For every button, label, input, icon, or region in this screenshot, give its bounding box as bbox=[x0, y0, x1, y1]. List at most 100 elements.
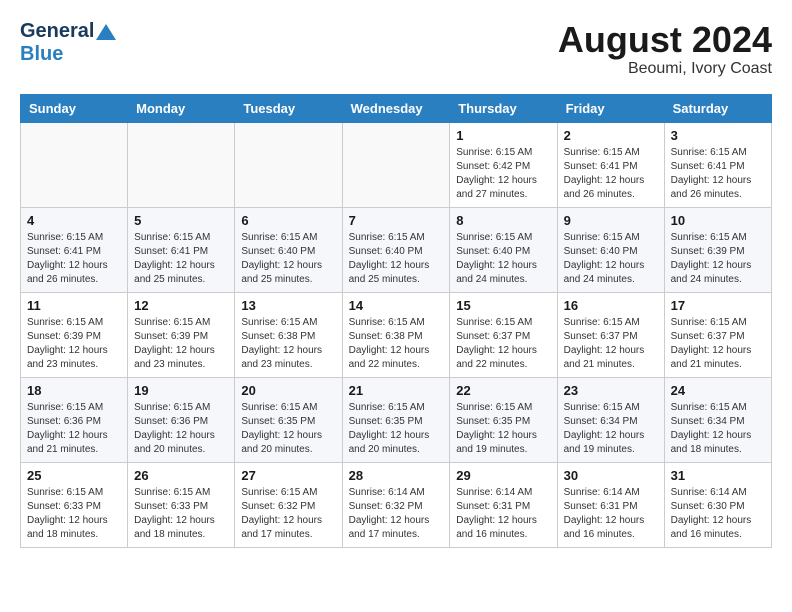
day-number: 1 bbox=[456, 128, 550, 143]
calendar-cell: 27 Sunrise: 6:15 AM Sunset: 6:32 PM Dayli… bbox=[235, 462, 342, 547]
day-number: 16 bbox=[564, 298, 658, 313]
day-info: Sunrise: 6:15 AM Sunset: 6:32 PM Dayligh… bbox=[241, 486, 335, 542]
day-number: 24 bbox=[671, 383, 765, 398]
day-info: Sunrise: 6:15 AM Sunset: 6:34 PM Dayligh… bbox=[671, 401, 765, 457]
day-number: 18 bbox=[27, 383, 121, 398]
calendar-cell: 23 Sunrise: 6:15 AM Sunset: 6:34 PM Dayli… bbox=[557, 377, 664, 462]
calendar-cell bbox=[21, 122, 128, 207]
month-title: August 2024 bbox=[558, 20, 772, 60]
logo-blue-text: Blue bbox=[20, 43, 63, 66]
page-header: General Blue August 2024 Beoumi, Ivory C… bbox=[20, 20, 772, 78]
day-number: 3 bbox=[671, 128, 765, 143]
calendar-cell: 31Sunrise: 6:14 AM Sunset: 6:30 PM Dayli… bbox=[664, 462, 771, 547]
day-info: Sunrise: 6:15 AM Sunset: 6:33 PM Dayligh… bbox=[27, 486, 121, 542]
day-info: Sunrise: 6:15 AM Sunset: 6:39 PM Dayligh… bbox=[671, 231, 765, 287]
weekday-header: Thursday bbox=[450, 94, 557, 122]
day-number: 28 bbox=[349, 468, 444, 483]
calendar-cell: 24 Sunrise: 6:15 AM Sunset: 6:34 PM Dayli… bbox=[664, 377, 771, 462]
day-info: Sunrise: 6:15 AM Sunset: 6:41 PM Dayligh… bbox=[27, 231, 121, 287]
weekday-header: Sunday bbox=[21, 94, 128, 122]
day-info: Sunrise: 6:15 AM Sunset: 6:36 PM Dayligh… bbox=[27, 401, 121, 457]
day-number: 9 bbox=[564, 213, 658, 228]
calendar-cell bbox=[128, 122, 235, 207]
calendar-cell: 7 Sunrise: 6:15 AM Sunset: 6:40 PM Daylig… bbox=[342, 207, 450, 292]
day-info: Sunrise: 6:15 AM Sunset: 6:41 PM Dayligh… bbox=[564, 146, 658, 202]
title-area: August 2024 Beoumi, Ivory Coast bbox=[558, 20, 772, 78]
day-number: 20 bbox=[241, 383, 335, 398]
day-info: Sunrise: 6:15 AM Sunset: 6:39 PM Dayligh… bbox=[27, 316, 121, 372]
calendar-cell: 16 Sunrise: 6:15 AM Sunset: 6:37 PM Dayli… bbox=[557, 292, 664, 377]
calendar-cell: 21 Sunrise: 6:15 AM Sunset: 6:35 PM Dayli… bbox=[342, 377, 450, 462]
calendar-cell: 20 Sunrise: 6:15 AM Sunset: 6:35 PM Dayli… bbox=[235, 377, 342, 462]
calendar-week-row: 25 Sunrise: 6:15 AM Sunset: 6:33 PM Dayli… bbox=[21, 462, 772, 547]
day-number: 15 bbox=[456, 298, 550, 313]
day-info: Sunrise: 6:15 AM Sunset: 6:38 PM Dayligh… bbox=[241, 316, 335, 372]
day-info: Sunrise: 6:15 AM Sunset: 6:37 PM Dayligh… bbox=[456, 316, 550, 372]
day-info: Sunrise: 6:15 AM Sunset: 6:37 PM Dayligh… bbox=[564, 316, 658, 372]
day-number: 22 bbox=[456, 383, 550, 398]
day-info: Sunrise: 6:15 AM Sunset: 6:38 PM Dayligh… bbox=[349, 316, 444, 372]
calendar-week-row: 1 Sunrise: 6:15 AM Sunset: 6:42 PM Daylig… bbox=[21, 122, 772, 207]
day-number: 30 bbox=[564, 468, 658, 483]
calendar-cell: 12 Sunrise: 6:15 AM Sunset: 6:39 PM Dayli… bbox=[128, 292, 235, 377]
day-info: Sunrise: 6:15 AM Sunset: 6:37 PM Dayligh… bbox=[671, 316, 765, 372]
calendar-cell: 19Sunrise: 6:15 AM Sunset: 6:36 PM Dayli… bbox=[128, 377, 235, 462]
day-info: Sunrise: 6:15 AM Sunset: 6:40 PM Dayligh… bbox=[456, 231, 550, 287]
day-info: Sunrise: 6:15 AM Sunset: 6:41 PM Dayligh… bbox=[671, 146, 765, 202]
calendar-cell: 13 Sunrise: 6:15 AM Sunset: 6:38 PM Dayli… bbox=[235, 292, 342, 377]
weekday-header: Saturday bbox=[664, 94, 771, 122]
logo-icon bbox=[96, 22, 116, 42]
day-number: 8 bbox=[456, 213, 550, 228]
calendar-cell: 2 Sunrise: 6:15 AM Sunset: 6:41 PM Daylig… bbox=[557, 122, 664, 207]
calendar-table: SundayMondayTuesdayWednesdayThursdayFrid… bbox=[20, 94, 772, 548]
calendar-cell: 1 Sunrise: 6:15 AM Sunset: 6:42 PM Daylig… bbox=[450, 122, 557, 207]
day-number: 4 bbox=[27, 213, 121, 228]
day-info: Sunrise: 6:14 AM Sunset: 6:30 PM Dayligh… bbox=[671, 486, 765, 542]
calendar-cell: 14 Sunrise: 6:15 AM Sunset: 6:38 PM Dayli… bbox=[342, 292, 450, 377]
calendar-cell: 28Sunrise: 6:14 AM Sunset: 6:32 PM Dayli… bbox=[342, 462, 450, 547]
calendar-cell: 25 Sunrise: 6:15 AM Sunset: 6:33 PM Dayli… bbox=[21, 462, 128, 547]
location-text: Beoumi, Ivory Coast bbox=[558, 60, 772, 78]
day-number: 10 bbox=[671, 213, 765, 228]
day-number: 13 bbox=[241, 298, 335, 313]
calendar-cell: 26Sunrise: 6:15 AM Sunset: 6:33 PM Dayli… bbox=[128, 462, 235, 547]
day-info: Sunrise: 6:15 AM Sunset: 6:35 PM Dayligh… bbox=[241, 401, 335, 457]
calendar-cell: 3 Sunrise: 6:15 AM Sunset: 6:41 PM Daylig… bbox=[664, 122, 771, 207]
calendar-cell: 5Sunrise: 6:15 AM Sunset: 6:41 PM Daylig… bbox=[128, 207, 235, 292]
calendar-cell: 6Sunrise: 6:15 AM Sunset: 6:40 PM Daylig… bbox=[235, 207, 342, 292]
calendar-week-row: 4 Sunrise: 6:15 AM Sunset: 6:41 PM Daylig… bbox=[21, 207, 772, 292]
day-number: 17 bbox=[671, 298, 765, 313]
day-info: Sunrise: 6:14 AM Sunset: 6:31 PM Dayligh… bbox=[564, 486, 658, 542]
day-info: Sunrise: 6:15 AM Sunset: 6:34 PM Dayligh… bbox=[564, 401, 658, 457]
calendar-cell: 8 Sunrise: 6:15 AM Sunset: 6:40 PM Daylig… bbox=[450, 207, 557, 292]
day-info: Sunrise: 6:14 AM Sunset: 6:31 PM Dayligh… bbox=[456, 486, 550, 542]
day-number: 14 bbox=[349, 298, 444, 313]
calendar-cell: 18 Sunrise: 6:15 AM Sunset: 6:36 PM Dayli… bbox=[21, 377, 128, 462]
calendar-cell: 22Sunrise: 6:15 AM Sunset: 6:35 PM Dayli… bbox=[450, 377, 557, 462]
day-number: 7 bbox=[349, 213, 444, 228]
day-info: Sunrise: 6:15 AM Sunset: 6:42 PM Dayligh… bbox=[456, 146, 550, 202]
logo-general-text: General bbox=[20, 20, 94, 43]
calendar-cell: 10 Sunrise: 6:15 AM Sunset: 6:39 PM Dayli… bbox=[664, 207, 771, 292]
day-number: 23 bbox=[564, 383, 658, 398]
day-info: Sunrise: 6:15 AM Sunset: 6:33 PM Dayligh… bbox=[134, 486, 228, 542]
day-info: Sunrise: 6:15 AM Sunset: 6:40 PM Dayligh… bbox=[349, 231, 444, 287]
calendar-cell bbox=[342, 122, 450, 207]
calendar-cell: 15 Sunrise: 6:15 AM Sunset: 6:37 PM Dayli… bbox=[450, 292, 557, 377]
weekday-header: Monday bbox=[128, 94, 235, 122]
day-info: Sunrise: 6:15 AM Sunset: 6:39 PM Dayligh… bbox=[134, 316, 228, 372]
day-number: 11 bbox=[27, 298, 121, 313]
day-info: Sunrise: 6:15 AM Sunset: 6:36 PM Dayligh… bbox=[134, 401, 228, 457]
calendar-cell: 29 Sunrise: 6:14 AM Sunset: 6:31 PM Dayli… bbox=[450, 462, 557, 547]
calendar-cell: 9Sunrise: 6:15 AM Sunset: 6:40 PM Daylig… bbox=[557, 207, 664, 292]
day-number: 27 bbox=[241, 468, 335, 483]
day-number: 21 bbox=[349, 383, 444, 398]
day-info: Sunrise: 6:15 AM Sunset: 6:40 PM Dayligh… bbox=[241, 231, 335, 287]
day-number: 25 bbox=[27, 468, 121, 483]
day-number: 12 bbox=[134, 298, 228, 313]
day-number: 29 bbox=[456, 468, 550, 483]
weekday-header: Friday bbox=[557, 94, 664, 122]
day-number: 2 bbox=[564, 128, 658, 143]
day-info: Sunrise: 6:15 AM Sunset: 6:35 PM Dayligh… bbox=[349, 401, 444, 457]
calendar-cell bbox=[235, 122, 342, 207]
